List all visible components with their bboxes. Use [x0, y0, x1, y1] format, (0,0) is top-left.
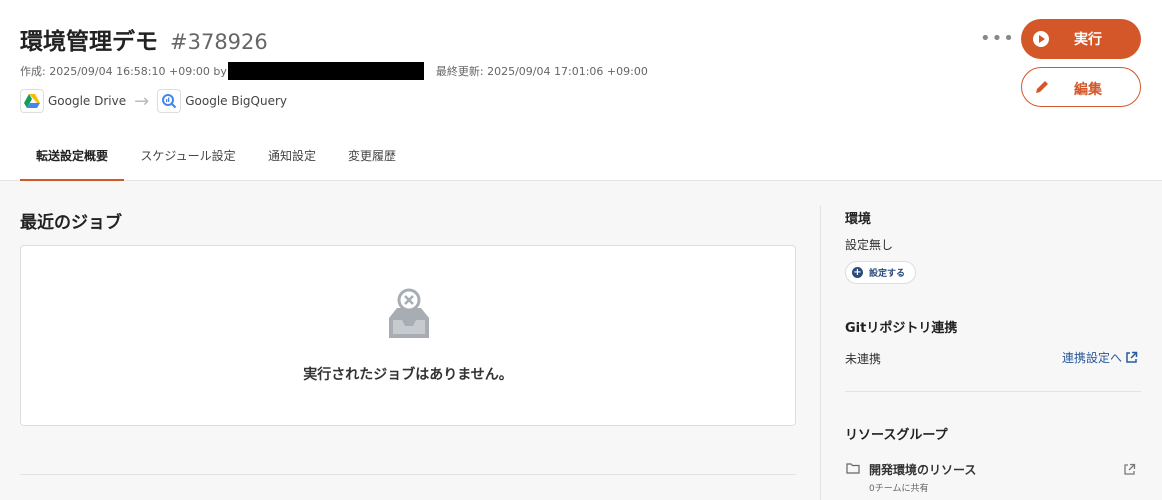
recent-jobs-title: 最近のジョブ — [20, 213, 122, 233]
edit-button-label: 編集 — [1074, 82, 1102, 98]
job-id: #378926 — [170, 30, 268, 54]
title-row: 環境管理デモ #378926 — [20, 22, 268, 56]
resource-group-share-info: 0チームに共有 — [869, 484, 929, 494]
run-button-label: 実行 — [1074, 32, 1102, 48]
git-integration-title: Gitリポジトリ連携 — [845, 321, 958, 336]
empty-jobs-message: 実行されたジョブはありません。 — [303, 367, 513, 383]
environment-title: 環境 — [845, 212, 872, 227]
git-settings-link[interactable]: 連携設定へ — [1062, 349, 1138, 366]
main-divider — [20, 474, 796, 475]
environment-setup-button[interactable]: + 設定する — [845, 261, 917, 284]
page-header: 環境管理デモ #378926 作成: 2025/09/04 16:58:10 +… — [0, 0, 1162, 132]
empty-inbox-icon — [389, 288, 429, 338]
environment-setup-label: 設定する — [869, 269, 906, 279]
sidebar-divider — [820, 205, 821, 500]
page-title: 環境管理デモ — [20, 29, 158, 55]
sidebar-separator — [845, 391, 1141, 392]
bigquery-icon — [157, 89, 182, 113]
edit-button[interactable]: 編集 — [1021, 67, 1141, 107]
plus-circle-icon: + — [852, 267, 863, 278]
resource-group-title: リソースグループ — [845, 428, 948, 443]
resource-group-name: 開発環境のリソース — [869, 463, 977, 477]
tab-notifications[interactable]: 通知設定 — [260, 132, 324, 181]
tab-history[interactable]: 変更履歴 — [340, 132, 404, 181]
tab-overview[interactable]: 転送設定概要 — [20, 132, 124, 181]
run-button[interactable]: 実行 — [1021, 19, 1141, 59]
tab-schedule[interactable]: スケジュール設定 — [134, 132, 242, 181]
job-meta: 作成: 2025/09/04 16:58:10 +09:00 by 最終更新: … — [20, 62, 648, 80]
tab-bar: 転送設定概要 スケジュール設定 通知設定 変更履歴 — [0, 132, 1162, 181]
external-link-icon[interactable] — [1123, 463, 1136, 476]
external-link-icon — [1126, 351, 1138, 363]
arrow-right-icon: → — [134, 90, 150, 112]
source-connector-name: Google Drive — [48, 94, 127, 108]
redacted-author — [227, 62, 424, 80]
recent-jobs-card: 実行されたジョブはありません。 — [20, 245, 796, 426]
created-info: 作成: 2025/09/04 16:58:10 +09:00 by — [20, 65, 227, 78]
connector-flow: Google Drive → Google BigQuery — [20, 89, 287, 113]
folder-icon — [846, 463, 860, 474]
more-options-icon[interactable]: ••• — [980, 28, 1015, 49]
git-settings-label: 連携設定へ — [1062, 351, 1123, 365]
updated-info: 最終更新: 2025/09/04 17:01:06 +09:00 — [435, 65, 648, 78]
environment-value: 設定無し — [845, 238, 894, 252]
destination-connector-name: Google BigQuery — [185, 94, 288, 108]
google-drive-icon — [20, 89, 44, 113]
